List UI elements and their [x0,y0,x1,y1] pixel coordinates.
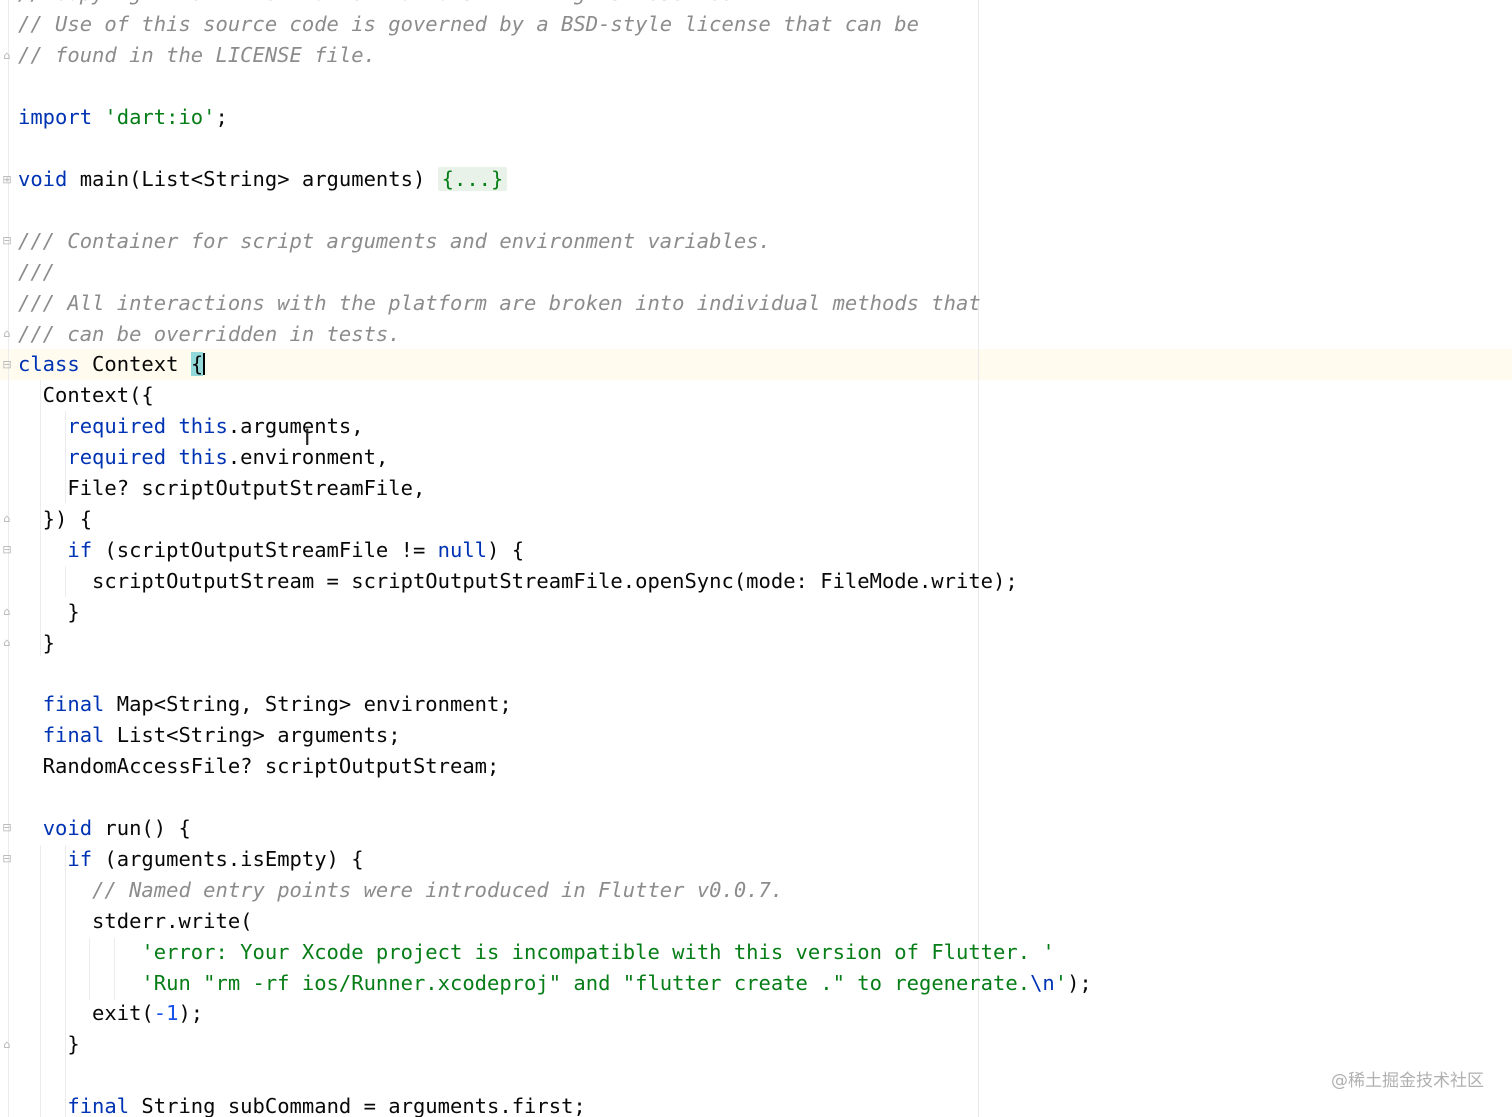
gutter-border [8,0,9,1117]
code-line: required this.environment, [67,445,389,469]
code-line: } [18,631,56,655]
fold-collapse-icon[interactable]: ⊟ [2,822,12,833]
code-line-comment: // Copyright 2014 The Flutter Authors. A… [18,0,746,9]
code-line: final String subCommand = arguments.firs… [67,1094,586,1117]
code-line-comment: // Named entry points were introduced in… [92,878,784,902]
fold-collapse-icon[interactable]: ⊟ [2,235,12,246]
fold-collapse-icon[interactable]: ⊟ [2,359,12,370]
code-line-main: void main(List<String> arguments) {...} [18,164,508,195]
code-line-class: class Context { [18,352,206,376]
code-line: }) { [18,507,93,531]
code-line-string: 'Run "rm -rf ios/Runner.xcodeproj" and "… [141,971,1092,995]
code-line: stderr.write( [18,909,253,933]
code-line: scriptOutputStream = scriptOutputStreamF… [18,569,1018,593]
code-line-comment: // Use of this source code is governed b… [18,12,919,36]
code-line-comment: // found in the LICENSE file. [18,43,376,67]
code-line-string: 'error: Your Xcode project is incompatib… [141,940,1055,964]
code-line-doc-comment: /// Container for script arguments and e… [18,229,771,253]
code-line: if (scriptOutputStreamFile != null) { [67,538,525,562]
code-line: void run() { [42,816,191,840]
fold-collapse-icon[interactable]: ⊟ [2,853,12,864]
folded-region[interactable]: {...} [437,167,508,191]
watermark: @稀土掘金技术社区 [1331,1071,1484,1091]
current-line-highlight [0,349,1512,380]
code-line: if (arguments.isEmpty) { [67,847,364,871]
fold-end-icon[interactable]: ⌂ [2,606,12,617]
code-line: required this.arguments, [67,414,364,438]
code-line: exit(-1); [18,1001,204,1025]
code-line: final List<String> arguments; [42,723,401,747]
code-line: RandomAccessFile? scriptOutputStream; [18,754,500,778]
fold-expand-icon[interactable]: ⊞ [2,174,12,185]
fold-end-icon[interactable]: ⌂ [2,513,12,524]
fold-end-icon[interactable]: ⌂ [2,1039,12,1050]
code-line-doc-comment: /// [18,260,56,284]
code-editor[interactable]: ⌂ ⊞ ⊟ ⌂ ⊟ ⌂ ⊟ ⌂ ⌂ ⊟ ⊟ ⌂ // Copyright 201… [0,0,1512,1117]
fold-end-icon[interactable]: ⌂ [2,637,12,648]
text-caret [203,353,206,375]
code-line: } [18,600,80,624]
code-line: File? scriptOutputStreamFile, [18,476,426,500]
fold-end-icon[interactable]: ⌂ [2,50,12,61]
code-line: final Map<String, String> environment; [42,692,512,716]
code-line: Context({ [18,383,154,407]
code-line-import: import 'dart:io'; [18,105,228,129]
fold-collapse-icon[interactable]: ⊟ [2,544,12,555]
mouse-ibeam-cursor-icon: I [304,426,311,451]
fold-end-icon[interactable]: ⌂ [2,328,12,339]
code-line-doc-comment: /// can be overridden in tests. [18,322,401,346]
code-line-doc-comment: /// All interactions with the platform a… [18,291,981,315]
code-line: } [18,1032,80,1056]
matched-brace: { [190,352,204,376]
